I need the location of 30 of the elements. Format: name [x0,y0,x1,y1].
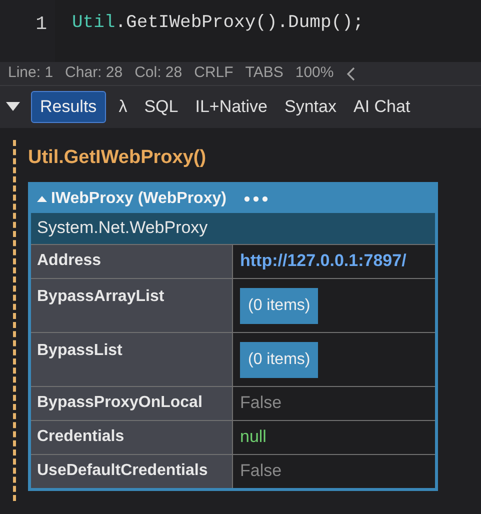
status-text: Col: 28 [134,63,182,84]
property-name: BypassProxyOnLocal [37,393,202,413]
tab[interactable]: AI Chat [350,91,414,123]
status-text: CRLF [194,63,234,84]
property-name: UseDefaultCredentials [37,461,208,481]
status-text: TABS [245,63,284,84]
status-text: Line: 1 [8,63,54,84]
property-name: BypassList [37,340,122,360]
property-name: Credentials [37,427,124,447]
value-text: False [240,392,282,414]
value-text: False [240,460,282,482]
result-title: Util.GetIWebProxy() [28,146,208,170]
object-header[interactable]: IWebProxy (WebProxy) [37,186,226,210]
triangle-up-icon [37,195,47,202]
status-text: 100% [295,63,334,84]
chevron-left-icon[interactable] [346,66,356,82]
tab[interactable]: λ [114,91,132,123]
tab[interactable]: Results [31,91,106,123]
type-name: System.Net.WebProxy [31,212,435,244]
triangle-down-icon[interactable] [6,102,20,112]
line-number: 1 [36,12,47,37]
status-text: Char: 28 [65,63,123,84]
property-name: BypassArrayList [37,286,164,306]
null-value: null [240,426,266,448]
tab[interactable]: Syntax [280,91,340,123]
tab[interactable]: SQL [140,91,182,123]
tab[interactable]: IL+Native [191,91,272,123]
property-name: Address [37,251,102,271]
more-icon[interactable] [244,196,268,202]
code-line: Util.GetIWebProxy().Dump(); [71,12,364,35]
